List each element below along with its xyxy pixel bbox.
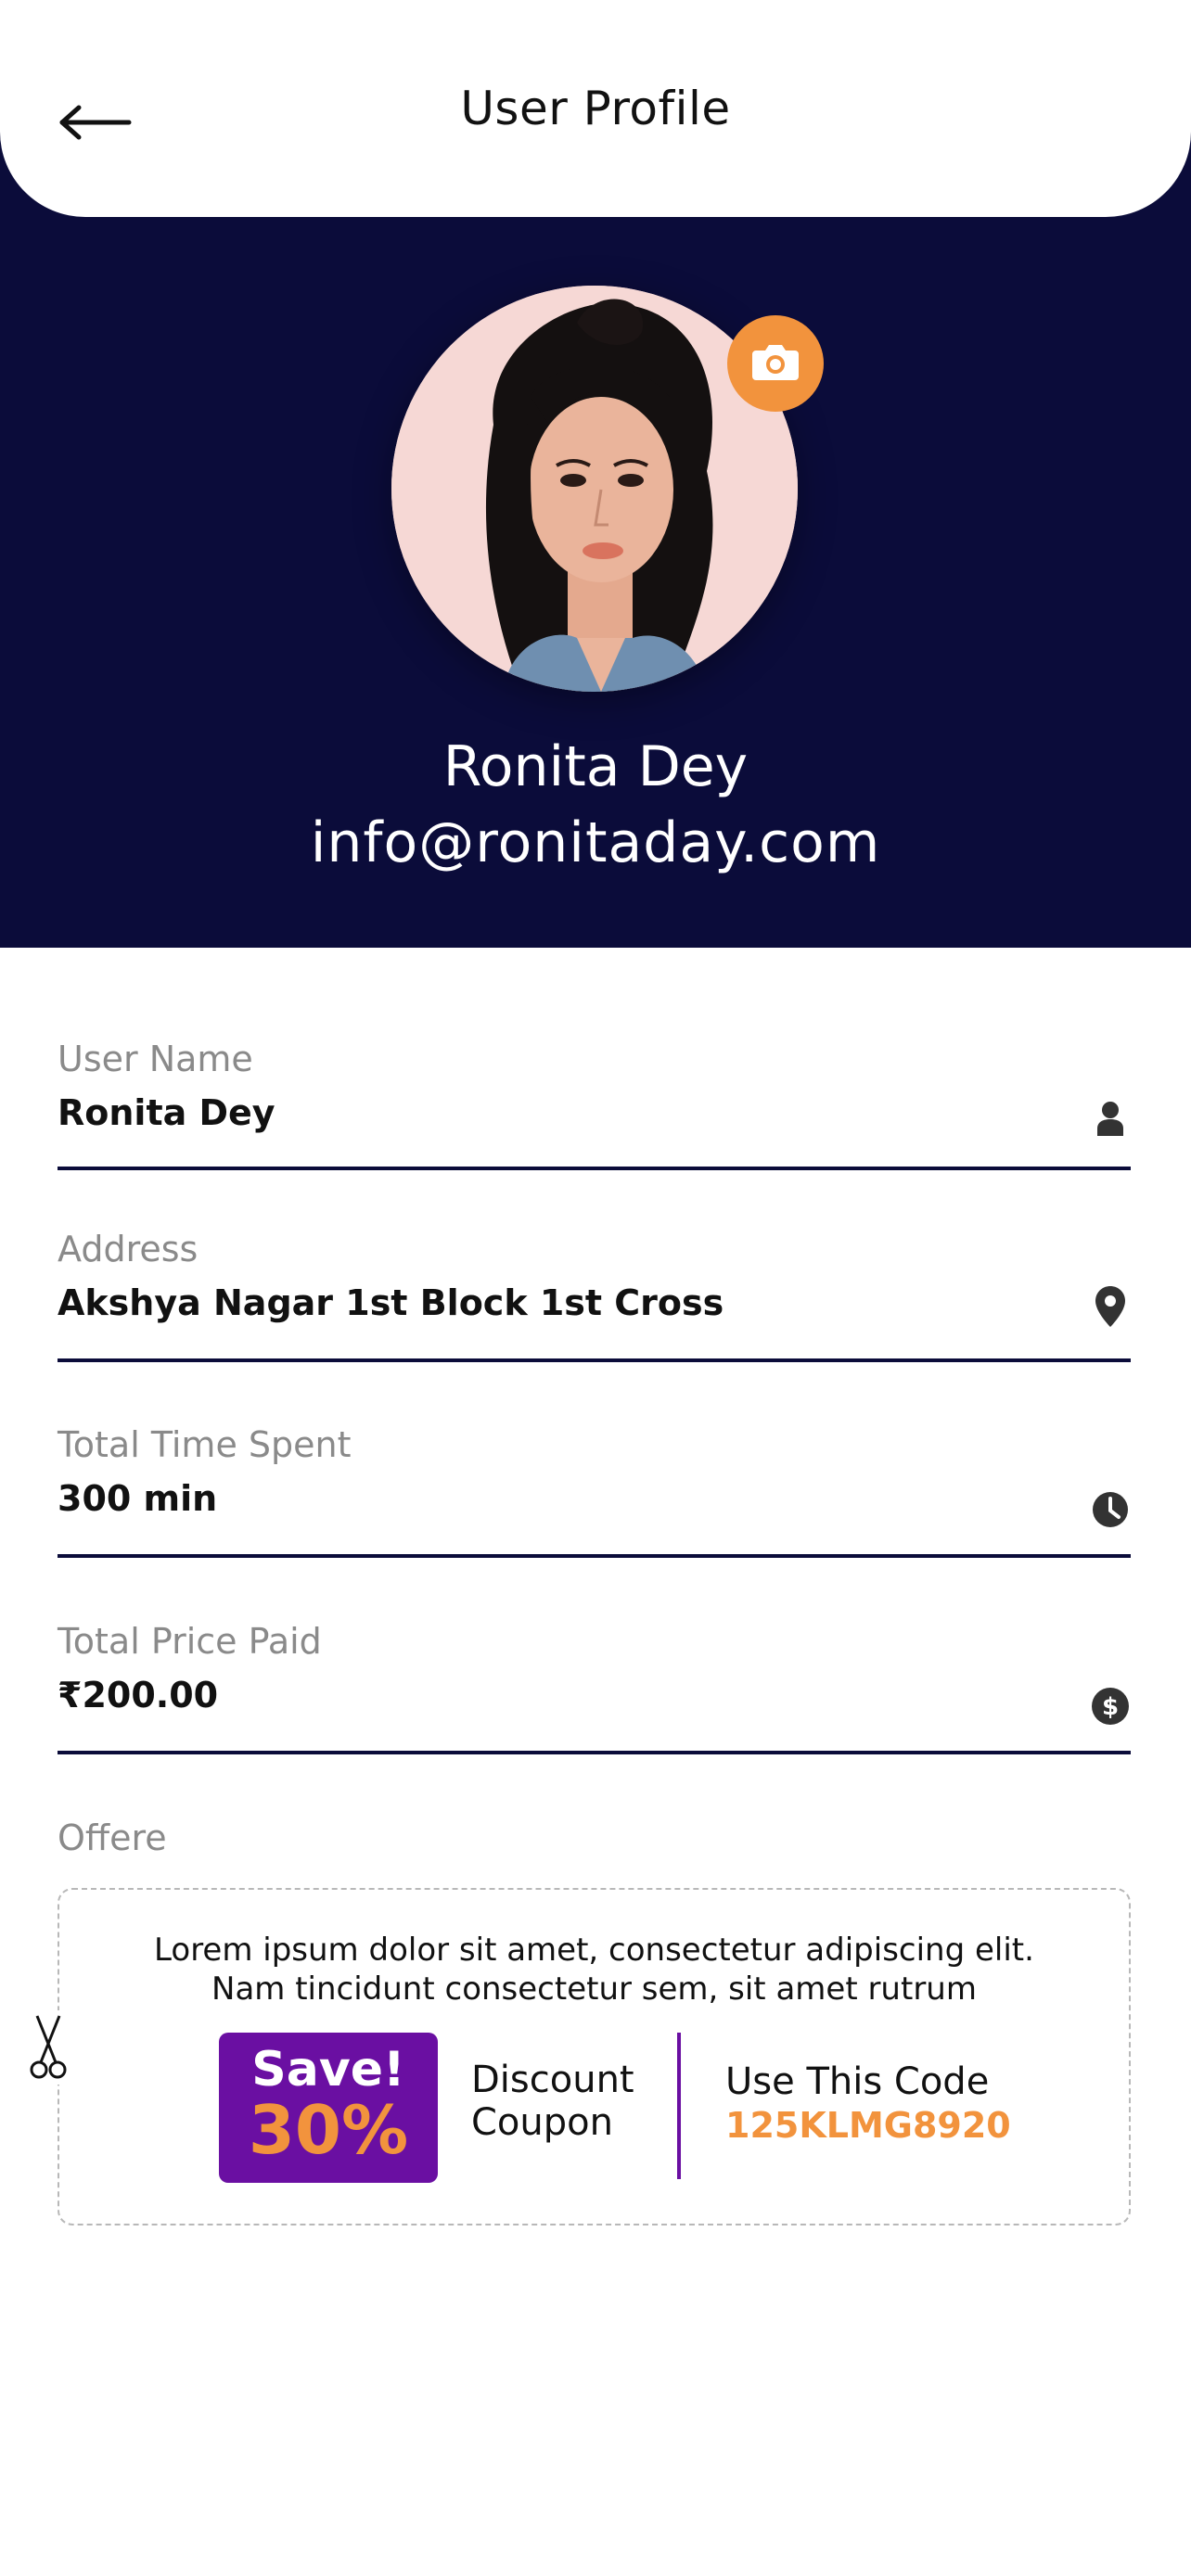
field-value: 300 min bbox=[58, 1478, 218, 1519]
discount-coupon-label: Discount Coupon bbox=[471, 2059, 634, 2144]
change-photo-button[interactable] bbox=[727, 315, 824, 412]
coupon-card[interactable]: Lorem ipsum dolor sit amet, consectetur … bbox=[26, 1888, 1131, 2225]
field-label: User Name bbox=[58, 1039, 253, 1079]
svg-text:$: $ bbox=[1102, 1693, 1119, 1721]
location-pin-icon bbox=[1090, 1286, 1131, 1327]
price-paid-field[interactable]: Total Price Paid ₹200.00 $ bbox=[58, 1621, 1131, 1754]
coupon-divider bbox=[677, 2033, 681, 2179]
coupon-description: Lorem ipsum dolor sit amet, consectetur … bbox=[59, 1931, 1129, 2009]
camera-icon bbox=[750, 341, 800, 386]
save-badge: Save! 30% bbox=[219, 2033, 438, 2183]
code-title: Use This Code bbox=[725, 2060, 990, 2103]
coupon-description-line: Nam tincidunt consectetur sem, sit amet … bbox=[211, 1970, 977, 2008]
offer-label: Offere bbox=[58, 1817, 167, 1858]
address-field[interactable]: Address Akshya Nagar 1st Block 1st Cross bbox=[58, 1229, 1131, 1362]
field-value: Akshya Nagar 1st Block 1st Cross bbox=[58, 1282, 724, 1323]
field-label: Address bbox=[58, 1229, 198, 1269]
field-label: Total Price Paid bbox=[58, 1621, 322, 1662]
profile-name: Ronita Dey bbox=[442, 734, 749, 799]
discount-label-line: Coupon bbox=[471, 2101, 613, 2144]
coupon-code[interactable]: 125KLMG8920 bbox=[725, 2105, 1011, 2146]
discount-label-line: Discount bbox=[471, 2059, 634, 2101]
time-spent-field[interactable]: Total Time Spent 300 min bbox=[58, 1424, 1131, 1558]
field-value: Ronita Dey bbox=[58, 1092, 275, 1133]
avatar-container bbox=[391, 286, 824, 692]
coupon-description-line: Lorem ipsum dolor sit amet, consectetur … bbox=[154, 1932, 1034, 1969]
user-icon bbox=[1090, 1098, 1131, 1139]
dollar-icon: $ bbox=[1090, 1686, 1131, 1727]
field-value: ₹200.00 bbox=[58, 1675, 219, 1715]
save-percent: 30% bbox=[248, 2091, 409, 2169]
save-text: Save! bbox=[251, 2042, 405, 2098]
scissors-icon bbox=[26, 2010, 70, 2085]
field-label: Total Time Spent bbox=[58, 1424, 352, 1465]
top-bar: User Profile bbox=[0, 0, 1191, 217]
page-title: User Profile bbox=[460, 82, 731, 135]
username-field[interactable]: User Name Ronita Dey bbox=[58, 1039, 1131, 1170]
clock-icon bbox=[1090, 1489, 1131, 1530]
profile-email: info@ronitaday.com bbox=[310, 810, 881, 875]
